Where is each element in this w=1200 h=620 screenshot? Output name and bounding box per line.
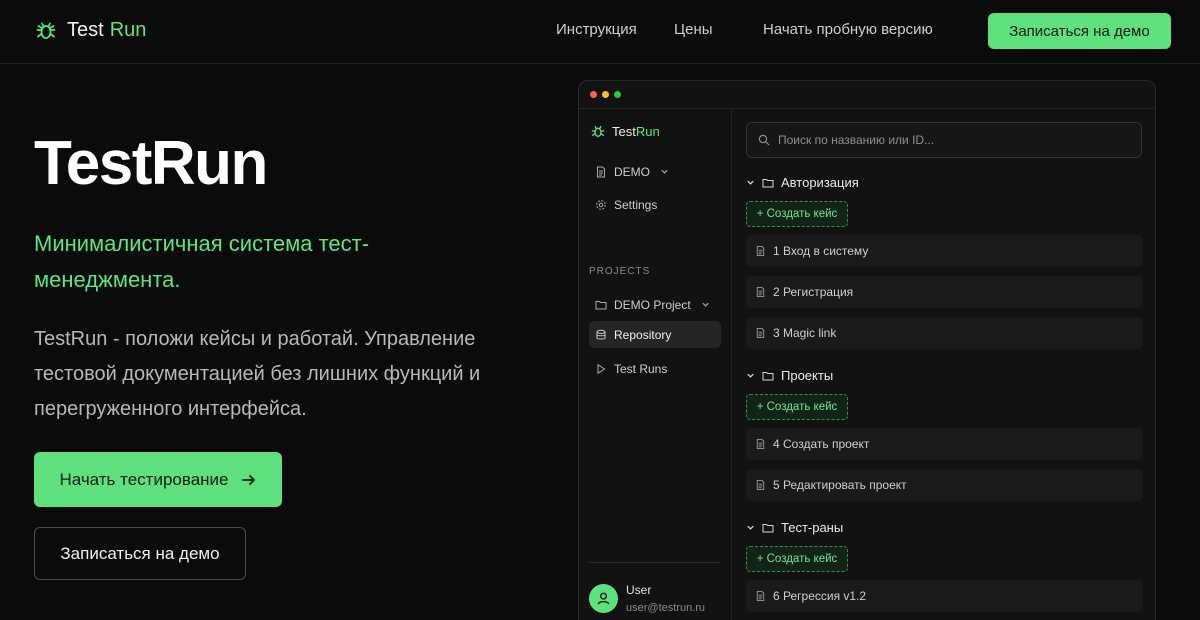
brand-name-first: Test [67,18,104,41]
test-case-row[interactable]: 3 Magic link [746,317,1143,349]
sidebar-item-repository[interactable]: Repository [589,321,721,348]
chevron-down-icon [747,180,754,185]
folder-icon [762,523,774,532]
sidebar-item-settings[interactable]: Settings [589,191,721,218]
hero-description: TestRun - положи кейсы и работай. Управл… [34,328,481,420]
test-case-title: 2 Регистрация [773,285,854,299]
user-profile[interactable]: User user@testrun.ru [589,583,705,614]
app-sidebar: TestRun DEMO Settings PROJECTS DEMO Proj… [579,109,732,620]
user-name: User [626,583,652,597]
sidebar-settings-label: Settings [614,197,658,212]
folder-name: Авторизация [781,175,859,190]
nav-demo-button[interactable]: Записаться на демо [988,13,1171,49]
gear-icon [596,199,606,210]
repository-panel: Поиск по названию или ID... Авторизация +… [733,109,1155,620]
nav-link-pricing[interactable]: Цены [674,21,713,38]
test-case-title: 1 Вход в систему [773,244,869,258]
brand-name-second: Run [109,18,147,41]
document-icon [597,166,605,177]
window-titlebar [579,81,1155,109]
user-info: User user@testrun.ru [626,583,705,614]
document-icon [756,590,765,602]
bug-icon [36,22,56,39]
sidebar-test-runs-label: Test Runs [614,361,668,376]
create-case-button[interactable]: + Создать кейс [746,201,848,227]
test-case-row[interactable]: 5 Редактировать проект [746,469,1143,501]
sidebar-repository-label: Repository [614,327,672,342]
document-icon [756,286,765,298]
database-icon [596,329,606,339]
chevron-down-icon [702,302,709,307]
search-input[interactable]: Поиск по названию или ID... [746,122,1142,158]
document-icon [756,327,765,339]
document-icon [756,479,765,491]
app-brand-first: Test [612,123,636,139]
book-demo-button[interactable]: Записаться на демо [34,527,246,580]
test-case-title: 6 Регрессия v1.2 [773,589,867,603]
nav-link-trial[interactable]: Начать пробную версию [763,21,933,38]
folder-icon [762,178,774,187]
test-case-row[interactable]: 6 Регрессия v1.2 [746,580,1143,612]
test-case-row[interactable]: 1 Вход в систему [746,235,1143,267]
hero-title: TestRun [34,129,268,198]
brand-name: Test Run [67,19,146,42]
folder-header[interactable]: Авторизация [746,175,859,190]
sidebar-divider [589,562,720,563]
play-icon [597,363,606,374]
user-icon [597,592,610,605]
test-case-row[interactable]: 2 Регистрация [746,276,1143,308]
app-preview-window: TestRun DEMO Settings PROJECTS DEMO Proj… [578,80,1156,620]
chevron-down-icon [747,373,754,378]
arrow-right-icon [241,474,255,485]
chevron-down-icon [747,525,754,530]
sidebar-project-label: DEMO Project [614,297,691,312]
window-minimize-dot [602,91,609,98]
hero-tagline: Минималистичная система тест-менеджмента… [34,231,370,292]
start-testing-button[interactable]: Начать тестирование [34,452,282,507]
sidebar-workspace-label: DEMO [614,164,650,179]
create-case-button[interactable]: + Создать кейс [746,394,848,420]
folder-name: Тест-раны [781,520,844,535]
sidebar-section-projects: PROJECTS [589,266,651,277]
avatar [589,584,618,613]
document-icon [756,438,765,450]
brand-logo[interactable]: Test Run [34,18,146,42]
app-brand-name: TestRun [612,124,660,139]
sidebar-item-test-runs[interactable]: Test Runs [589,355,721,382]
test-case-title: 3 Magic link [773,326,837,340]
chevron-down-icon [661,169,668,174]
start-testing-label: Начать тестирование [59,469,229,489]
test-case-row[interactable]: 4 Создать проект [746,428,1143,460]
app-brand-second: Run [635,123,660,139]
sidebar-item-workspace[interactable]: DEMO [589,158,721,185]
window-close-dot [590,91,597,98]
search-placeholder: Поиск по названию или ID... [778,133,935,147]
nav-link-instructions[interactable]: Инструкция [556,21,637,38]
folder-name: Проекты [781,368,834,383]
folder-header[interactable]: Проекты [746,368,833,383]
create-case-button[interactable]: + Создать кейс [746,546,848,572]
user-email: user@testrun.ru [626,602,706,614]
window-maximize-dot [614,91,621,98]
folder-header[interactable]: Тест-раны [746,520,843,535]
bug-icon [591,126,605,137]
sidebar-item-project[interactable]: DEMO Project [589,291,721,318]
test-case-title: 5 Редактировать проект [773,478,907,492]
test-case-title: 4 Создать проект [773,437,870,451]
app-brand[interactable]: TestRun [590,123,660,139]
folder-icon [595,300,607,309]
document-icon [756,245,765,257]
folder-icon [762,371,774,380]
top-navigation: Test Run Инструкция Цены Начать пробную в… [0,0,1200,64]
search-icon [758,134,770,146]
